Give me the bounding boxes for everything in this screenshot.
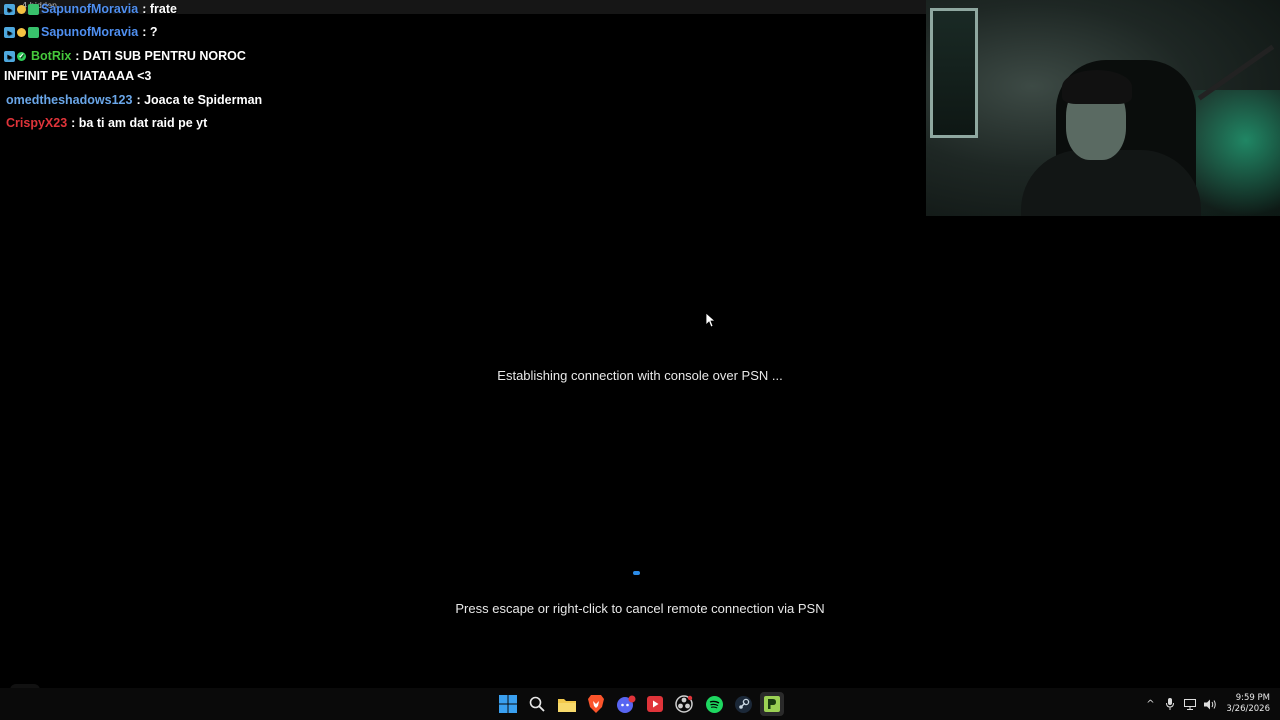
prime-badge-icon: ▸ [4,26,15,38]
emote-badge-icon [17,4,26,14]
chat-username: BotRix [31,49,72,63]
webcam-window-frame [930,8,978,138]
start-icon[interactable] [496,692,520,716]
chat-message: omedtheshadows123 : Joaca te Spiderman [6,93,262,107]
system-tray: ^ 9:59 PM 3/26/2026 [1138,688,1270,720]
steam-icon[interactable] [731,692,755,716]
chat-text: INFINIT PE VIATAAAA <3 [4,69,152,83]
chat-text: : Joaca te Spiderman [136,93,263,107]
brave-icon[interactable] [584,692,608,716]
connection-status-text: Establishing connection with console ove… [497,368,783,383]
webcam-feed [926,0,1280,216]
chat-message: ▸ ✓ BotRix : DATI SUB PENTRU NOROC [4,49,246,63]
obs-icon[interactable] [672,692,696,716]
network-icon[interactable] [1182,696,1198,712]
prime-badge-icon: ▸ [4,3,15,15]
clock-date: 3/26/2026 [1226,704,1270,714]
emote-badge-icon [17,27,26,37]
loading-spinner [633,571,640,575]
chat-message-continuation: INFINIT PE VIATAAAA <3 [4,69,151,83]
search-icon[interactable] [525,692,549,716]
chat-text: : ba ti am dat raid pe yt [71,116,208,130]
verified-badge-icon: ✓ [17,51,26,61]
youtube-icon[interactable] [643,692,667,716]
chat-username: SapunofMoravia [41,25,139,39]
chat-username: SapunofMoravia [41,2,139,16]
chat-text: : ? [142,25,158,39]
chat-message: ▸ SapunofMoravia : ? [4,25,158,39]
subscriber-badge-icon [28,3,39,15]
chat-username: CrispyX23 [6,116,68,130]
taskbar: ^ 9:59 PM 3/26/2026 [0,688,1280,720]
chat-message: ▸ SapunofMoravia : frate [4,2,177,16]
chat-text: : DATI SUB PENTRU NOROC [75,49,246,63]
cancel-hint-text: Press escape or right-click to cancel re… [455,601,825,616]
file-explorer-icon[interactable] [555,692,579,716]
clock[interactable]: 9:59 PM 3/26/2026 [1226,693,1270,715]
spotify-icon[interactable] [702,692,726,716]
chevron-up-icon[interactable]: ^ [1142,696,1158,712]
microphone-icon[interactable] [1162,696,1178,712]
webcam-person-body [1021,150,1201,216]
volume-icon[interactable] [1202,696,1218,712]
ps-remote-play-icon[interactable] [760,692,784,716]
clock-time: 9:59 PM [1235,693,1270,703]
discord-icon[interactable] [614,692,638,716]
webcam-person-hair [1062,70,1132,104]
prime-badge-icon: ▸ [4,50,15,62]
chat-username: omedtheshadows123 [6,93,133,107]
subscriber-badge-icon [28,26,39,38]
chat-text: : frate [142,2,177,16]
chat-message: CrispyX23 : ba ti am dat raid pe yt [6,116,207,130]
